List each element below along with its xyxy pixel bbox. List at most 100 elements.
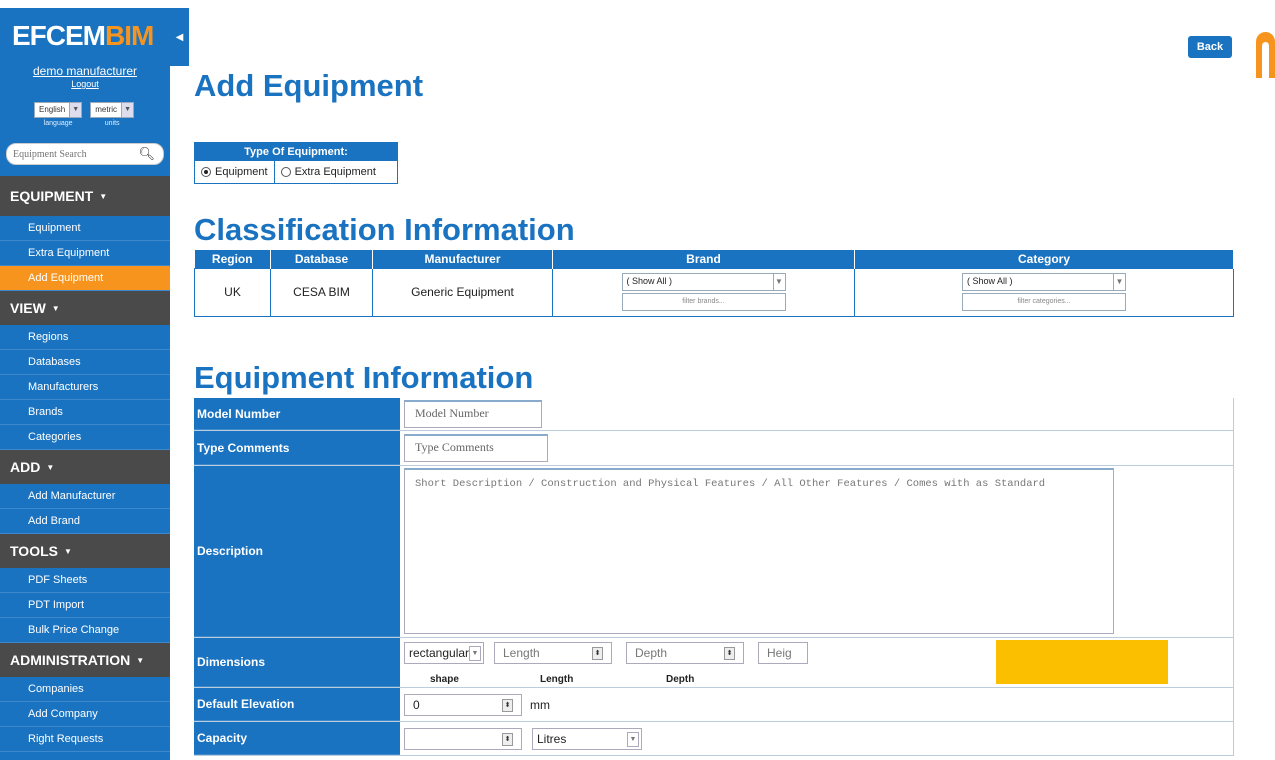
logo[interactable]: EFCEMBIM	[12, 20, 154, 52]
chevron-left-icon: ◀	[175, 31, 184, 43]
user-name-link[interactable]: demo manufacturer	[0, 64, 170, 78]
length-input[interactable]: Length ⬍	[494, 642, 612, 664]
spinner-icon[interactable]: ⬍	[502, 732, 513, 746]
equipment-search-input[interactable]	[13, 148, 133, 160]
depth-caption: Depth	[666, 674, 695, 685]
menu-section-equipment[interactable]: EQUIPMENT ▼	[0, 176, 170, 216]
sidebar-item-brands[interactable]: Brands	[0, 400, 170, 425]
height-input[interactable]: Heig	[758, 642, 808, 664]
spinner-icon[interactable]: ⬍	[724, 647, 735, 660]
sidebar-header: EFCEMBIM demo manufacturer Logout Englis…	[0, 8, 170, 165]
sidebar-collapse-toggle[interactable]: ◀	[170, 8, 189, 66]
logout-link[interactable]: Logout	[0, 79, 170, 89]
preference-selects: English ▼ language metric ▼ units	[34, 102, 135, 127]
search-icon[interactable]: 🔍︎	[138, 146, 155, 162]
menu-section-view[interactable]: VIEW ▼	[0, 291, 170, 325]
sidebar-item-regions[interactable]: Regions	[0, 325, 170, 350]
radio-equipment[interactable]: Equipment	[195, 161, 275, 183]
sidebar-item-right-requests[interactable]: Right Requests	[0, 727, 170, 752]
caret-down-icon: ▼	[136, 655, 145, 665]
chevron-down-icon: ▼	[69, 103, 82, 117]
elevation-unit: mm	[530, 697, 550, 712]
user-info: demo manufacturer Logout	[0, 64, 170, 89]
column-header-brand: Brand	[552, 250, 855, 268]
spinner-icon[interactable]: ⬍	[502, 698, 513, 712]
caret-down-icon: ▼	[51, 303, 60, 313]
table-row: UK CESA BIM Generic Equipment ( Show All…	[194, 267, 1234, 317]
description-textarea[interactable]: Short Description / Construction and Phy…	[404, 468, 1114, 634]
sidebar-item-extra-equipment[interactable]: Extra Equipment	[0, 241, 170, 266]
caret-down-icon: ▼	[63, 546, 72, 556]
type-comments-label: Type Comments	[194, 431, 400, 465]
units-select[interactable]: metric ▼ units	[90, 102, 135, 127]
length-caption: Length	[540, 674, 574, 685]
category-filter-input[interactable]: filter categories...	[962, 293, 1126, 311]
classification-table: Region Database Manufacturer Brand Categ…	[194, 250, 1234, 317]
sidebar-item-companies[interactable]: Companies	[0, 677, 170, 702]
sidebar-item-pdf-sheets[interactable]: PDF Sheets	[0, 568, 170, 593]
capacity-unit-select[interactable]: Litres ▼	[532, 727, 642, 750]
sidebar-menu: EQUIPMENT ▼ Equipment Extra Equipment Add…	[0, 176, 170, 752]
chevron-down-icon: ▼	[627, 731, 639, 747]
type-of-equipment-panel: Type Of Equipment: Equipment Extra Equip…	[194, 142, 398, 184]
sidebar-item-pdt-import[interactable]: PDT Import	[0, 593, 170, 618]
default-elevation-input[interactable]: 0 ⬍	[404, 693, 522, 716]
language-select[interactable]: English ▼ language	[34, 102, 83, 127]
equipment-search: 🔍︎	[6, 143, 164, 165]
spinner-icon[interactable]: ⬍	[592, 647, 603, 660]
cell-brand: ( Show All ) ▼ filter brands...	[552, 267, 855, 317]
shape-caption: shape	[430, 674, 459, 685]
model-number-label: Model Number	[194, 398, 400, 430]
menu-section-administration[interactable]: ADMINISTRATION ▼	[0, 643, 170, 677]
sidebar-item-categories[interactable]: Categories	[0, 425, 170, 450]
sidebar-item-manufacturers[interactable]: Manufacturers	[0, 375, 170, 400]
default-elevation-label: Default Elevation	[194, 688, 400, 721]
column-header-category: Category	[854, 250, 1234, 268]
description-label: Description	[194, 466, 400, 637]
equipment-info-title: Equipment Information	[194, 360, 534, 395]
menu-section-add[interactable]: ADD ▼	[0, 450, 170, 484]
type-comments-input[interactable]: Type Comments	[404, 434, 548, 462]
brand-select[interactable]: ( Show All ) ▼	[621, 273, 786, 291]
sidebar-item-databases[interactable]: Databases	[0, 350, 170, 375]
sidebar-item-equipment[interactable]: Equipment	[0, 216, 170, 241]
cell-manufacturer: Generic Equipment	[372, 267, 553, 317]
caret-down-icon: ▼	[46, 462, 55, 472]
category-select[interactable]: ( Show All ) ▼	[962, 273, 1126, 291]
sidebar-item-add-brand[interactable]: Add Brand	[0, 509, 170, 534]
capacity-input[interactable]: ⬍	[404, 727, 522, 750]
brand-filter-input[interactable]: filter brands...	[621, 293, 786, 311]
equipment-info-form: Model Number Model Number Type Comments …	[194, 398, 1234, 756]
page-title: Add Equipment	[194, 68, 424, 103]
cell-region: UK	[194, 267, 271, 317]
capacity-label: Capacity	[194, 722, 400, 755]
redaction-block	[996, 640, 1168, 684]
column-header-region: Region	[194, 250, 271, 268]
sidebar: EFCEMBIM demo manufacturer Logout Englis…	[0, 8, 170, 760]
back-button[interactable]: Back	[1188, 36, 1232, 58]
shape-select[interactable]: rectangular ▼	[404, 642, 484, 664]
brand-mark-icon	[1256, 32, 1275, 78]
depth-input[interactable]: Depth ⬍	[626, 642, 744, 664]
radio-selected-icon	[201, 167, 211, 177]
chevron-down-icon: ▼	[469, 646, 481, 661]
radio-unselected-icon	[280, 167, 291, 177]
sidebar-item-add-manufacturer[interactable]: Add Manufacturer	[0, 484, 170, 509]
dimensions-label: Dimensions	[194, 638, 400, 687]
sidebar-item-add-equipment[interactable]: Add Equipment	[0, 266, 170, 291]
sidebar-item-bulk-price-change[interactable]: Bulk Price Change	[0, 618, 170, 643]
cell-category: ( Show All ) ▼ filter categories...	[854, 267, 1234, 317]
model-number-input[interactable]: Model Number	[404, 400, 542, 428]
chevron-down-icon: ▼	[121, 103, 134, 117]
caret-down-icon: ▼	[99, 191, 108, 201]
chevron-down-icon: ▼	[1113, 274, 1125, 290]
type-of-equipment-title: Type Of Equipment:	[195, 143, 397, 161]
column-header-manufacturer: Manufacturer	[372, 250, 553, 268]
chevron-down-icon: ▼	[772, 274, 785, 290]
sidebar-item-add-company[interactable]: Add Company	[0, 702, 170, 727]
menu-section-tools[interactable]: TOOLS ▼	[0, 534, 170, 568]
radio-extra-equipment[interactable]: Extra Equipment	[275, 161, 382, 183]
classification-title: Classification Information	[194, 212, 575, 247]
column-header-database: Database	[270, 250, 373, 268]
cell-database: CESA BIM	[270, 267, 373, 317]
